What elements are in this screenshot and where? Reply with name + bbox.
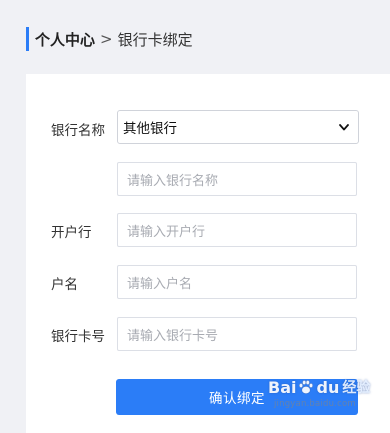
card-number-label: 银行卡号 (51, 329, 105, 345)
breadcrumb: 个人中心 > 银行卡绑定 (26, 27, 193, 51)
branch-input[interactable]: 请输入开户行 (117, 213, 357, 247)
confirm-bind-button[interactable]: 确认绑定 (116, 379, 358, 415)
account-name-placeholder: 请输入户名 (127, 276, 193, 292)
branch-label: 开户行 (51, 225, 92, 241)
bank-select-value: 其他银行 (123, 121, 177, 137)
bank-name-placeholder: 请输入银行名称 (127, 173, 219, 189)
card-number-placeholder: 请输入银行卡号 (127, 328, 219, 344)
breadcrumb-separator: > (100, 30, 113, 48)
bank-name-label: 银行名称 (51, 123, 105, 139)
breadcrumb-home-link[interactable]: 个人中心 (35, 29, 95, 50)
chevron-down-icon (338, 121, 350, 133)
account-name-input[interactable]: 请输入户名 (117, 265, 357, 299)
bank-name-input[interactable]: 请输入银行名称 (117, 162, 357, 196)
breadcrumb-current: 银行卡绑定 (117, 30, 193, 49)
bind-form-card: 银行名称 其他银行 请输入银行名称 开户行 请输入开户行 户名 请输入户名 银行… (26, 74, 390, 433)
bank-card-binding-page: 个人中心 > 银行卡绑定 银行名称 其他银行 请输入银行名称 开户行 请输入开户… (0, 0, 390, 433)
bank-select[interactable]: 其他银行 (117, 110, 359, 144)
card-number-input[interactable]: 请输入银行卡号 (117, 317, 357, 351)
confirm-bind-label: 确认绑定 (209, 391, 265, 407)
account-name-label: 户名 (51, 277, 78, 293)
branch-placeholder: 请输入开户行 (127, 224, 206, 240)
